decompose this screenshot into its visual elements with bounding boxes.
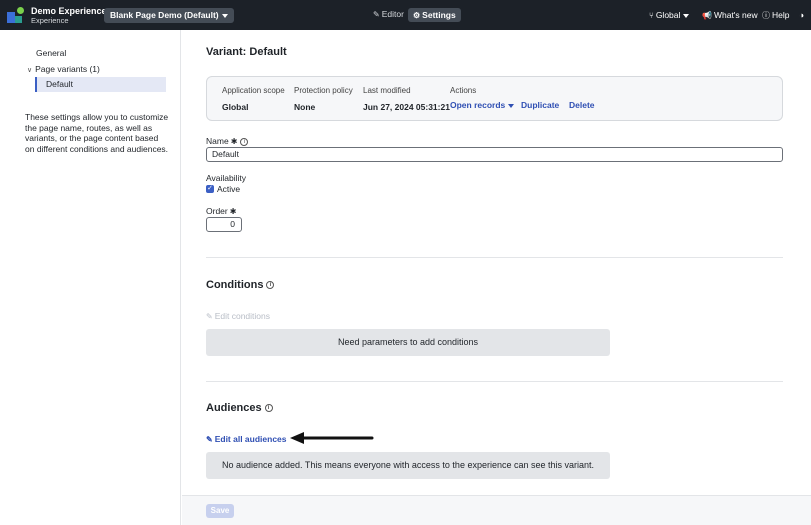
pencil-icon: ✎ [206, 312, 213, 321]
page-selector-dropdown[interactable]: Blank Page Demo (Default) [104, 8, 234, 23]
duplicate-button[interactable]: Duplicate [521, 100, 559, 110]
application-scope-column: Application scope Global [222, 86, 285, 112]
pencil-icon: ✎ [206, 435, 213, 444]
whats-new-label: What's new [713, 10, 758, 20]
protection-policy-value: None [294, 102, 316, 112]
last-modified-column: Last modified Jun 27, 2024 05:31:21 [363, 86, 450, 112]
protection-policy-column: Protection policy None [294, 86, 353, 112]
theme-toggle-icon[interactable]: ◑ [799, 10, 804, 20]
editor-label: Editor [381, 9, 404, 19]
page-variants-label: Page variants (1) [35, 64, 100, 74]
chevron-down-icon [221, 13, 228, 18]
pencil-icon: ✎ [373, 10, 380, 19]
footer-bar: Save [182, 495, 811, 525]
audiences-title: Audiences [206, 402, 262, 414]
scope-dropdown[interactable]: ⑂ Global [649, 10, 690, 20]
name-label: Name ✱ i [206, 136, 249, 146]
conditions-heading: Conditions i [206, 279, 275, 291]
save-button[interactable]: Save [206, 504, 234, 518]
help-label: Help [772, 10, 790, 20]
page-selector-label: Blank Page Demo (Default) [110, 10, 219, 20]
top-bar: Demo Experience Experience Blank Page De… [0, 0, 811, 30]
order-label-text: Order [206, 206, 228, 216]
hierarchy-icon: ⑂ [649, 11, 654, 20]
edit-all-audiences-link[interactable]: ✎ Edit all audiences [206, 434, 287, 444]
info-icon[interactable]: i [264, 404, 273, 413]
gear-icon: ⚙ [413, 11, 421, 20]
application-scope-value: Global [222, 102, 249, 112]
info-icon[interactable]: i [266, 281, 275, 290]
application-scope-label: Application scope [222, 86, 285, 95]
megaphone-icon: 📢 [702, 11, 712, 20]
app-name: Demo Experience [31, 6, 107, 16]
sidebar-item-page-variants[interactable]: ∨ Page variants (1) [27, 64, 100, 74]
app-subtitle: Experience [31, 16, 69, 25]
edit-audiences-label: Edit all audiences [214, 434, 287, 444]
sidebar-description: These settings allow you to customize th… [25, 112, 169, 154]
actions-label: Actions [450, 86, 477, 95]
required-asterisk-icon: ✱ [229, 207, 237, 216]
help-button[interactable]: ⓘ Help [762, 10, 789, 21]
name-label-text: Name [206, 136, 229, 146]
active-label: Active [217, 184, 241, 194]
edit-conditions-label: Edit conditions [214, 311, 270, 321]
conditions-empty-state: Need parameters to add conditions [206, 329, 610, 356]
active-checkbox[interactable]: ✓ [206, 185, 214, 193]
editor-button[interactable]: ✎ Editor [373, 9, 404, 19]
help-icon: ⓘ [762, 11, 770, 20]
settings-button[interactable]: ⚙ Settings [408, 8, 461, 22]
conditions-title: Conditions [206, 279, 264, 291]
last-modified-label: Last modified [363, 86, 411, 95]
info-icon[interactable]: i [240, 137, 249, 146]
page-title: Variant: Default [206, 46, 287, 58]
order-input[interactable]: 0 [206, 217, 242, 232]
name-input[interactable]: Default [206, 147, 783, 162]
open-records-label: Open records [450, 100, 506, 110]
whats-new-button[interactable]: 📢 What's new [702, 10, 758, 20]
order-label: Order ✱ [206, 206, 236, 216]
open-records-dropdown[interactable]: Open records [450, 100, 515, 110]
protection-policy-label: Protection policy [294, 86, 353, 95]
sidebar-item-default-variant[interactable]: Default [35, 77, 166, 92]
settings-label: Settings [422, 10, 456, 20]
actions-column: Actions [450, 86, 476, 95]
section-divider [206, 257, 783, 258]
sidebar-item-general[interactable]: General [36, 48, 66, 58]
section-divider [206, 381, 783, 382]
required-asterisk-icon: ✱ [230, 137, 238, 146]
chevron-down-icon [508, 103, 515, 108]
edit-conditions-link: ✎ Edit conditions [206, 311, 270, 321]
settings-sidebar: General ∨ Page variants (1) Default These… [0, 30, 181, 525]
delete-button[interactable]: Delete [569, 100, 595, 110]
availability-label: Availability [206, 173, 247, 183]
chevron-down-icon: ∨ [27, 67, 33, 74]
active-checkbox-row[interactable]: ✓ Active [206, 184, 240, 194]
audiences-heading: Audiences i [206, 402, 273, 414]
scope-label: Global [655, 10, 681, 20]
audiences-empty-state: No audience added. This means everyone w… [206, 452, 610, 479]
chevron-down-icon [683, 13, 690, 18]
app-brand: Demo Experience Experience [31, 6, 107, 26]
last-modified-value: Jun 27, 2024 05:31:21 [363, 102, 450, 112]
annotation-arrow-icon [290, 432, 374, 444]
variant-summary-card: Application scope Global Protection poli… [206, 76, 783, 121]
app-logo-icon [7, 7, 24, 23]
variant-settings-panel: Variant: Default Application scope Globa… [182, 30, 811, 525]
